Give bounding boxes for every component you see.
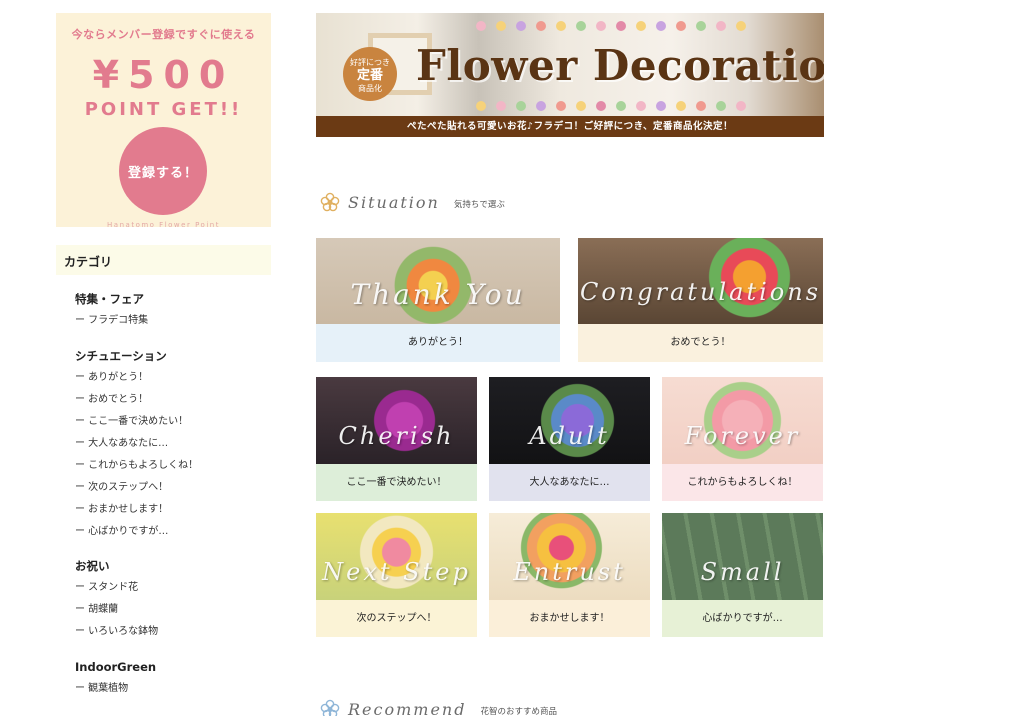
situation-card-forever[interactable]: Forever これからもよろしくね！ — [662, 377, 823, 501]
stamp-small-text: 好評につき — [350, 58, 390, 67]
card-image — [489, 377, 650, 464]
card-label: おめでとう！ — [578, 324, 823, 362]
card-image — [662, 377, 823, 464]
category-link-forever[interactable]: ー これからもよろしくね！ — [75, 455, 265, 477]
category-link-entrust[interactable]: ー おまかせします！ — [75, 499, 265, 521]
recommend-title-en: Recommend — [348, 699, 467, 716]
promo-footer: Hanatomo Flower Point — [107, 221, 220, 229]
card-label: ありがとう！ — [316, 324, 560, 362]
promo-point-get: POINT GET!! — [84, 99, 243, 120]
register-button[interactable]: 登録する！ — [119, 127, 207, 215]
card-english-title: Next Step — [322, 558, 471, 586]
situation-card-entrust[interactable]: Entrust おまかせします！ — [489, 513, 650, 637]
card-label: 次のステップへ！ — [316, 600, 477, 637]
stamp-bottom-text: 商品化 — [358, 84, 382, 93]
situation-card-congratulations[interactable]: Congratulations おめでとう！ — [578, 238, 823, 362]
card-label: ここ一番で決めたい！ — [316, 464, 477, 501]
recommend-heading: Recommend 花智のおすすめ商品 — [320, 697, 557, 716]
category-link-nextstep[interactable]: ー 次のステップへ！ — [75, 477, 265, 499]
flower-decoration-banner[interactable]: 好評につき 定番 商品化 Flower Decoration ぺたぺた貼れる可愛… — [316, 13, 824, 137]
category-link-cherish[interactable]: ー ここ一番で決めたい！ — [75, 411, 265, 433]
card-english-title: Entrust — [513, 558, 626, 586]
standard-item-stamp: 好評につき 定番 商品化 — [343, 47, 397, 101]
flower-icon — [320, 699, 340, 716]
situation-card-small[interactable]: Small 心ばかりですが… — [662, 513, 823, 637]
category-link-potted-plants[interactable]: ー いろいろな鉢物 — [75, 621, 265, 643]
category-link-adult[interactable]: ー 大人なあなたに… — [75, 433, 265, 455]
category-group-feature: 特集・フェア ー フラデコ特集 — [75, 288, 265, 332]
recommend-title-jp: 花智のおすすめ商品 — [480, 707, 557, 716]
category-link-orchid[interactable]: ー 胡蝶蘭 — [75, 599, 265, 621]
card-english-title: Forever — [684, 422, 801, 450]
category-group-title: シチュエーション — [75, 349, 167, 363]
card-image — [316, 377, 477, 464]
card-english-title: Cherish — [338, 422, 455, 450]
banner-image: 好評につき 定番 商品化 Flower Decoration — [316, 13, 824, 116]
card-image — [316, 513, 477, 600]
card-english-title: Congratulations — [579, 278, 822, 306]
category-link-foliage-plants[interactable]: ー 観葉植物 — [75, 678, 265, 700]
shelf-decorations — [476, 21, 806, 33]
flower-icon — [320, 192, 340, 212]
card-image — [489, 513, 650, 600]
category-link-stand-flower[interactable]: ー スタンド花 — [75, 577, 265, 599]
category-group-situation: シチュエーション ー ありがとう！ ー おめでとう！ ー ここ一番で決めたい！ … — [75, 345, 265, 543]
card-english-title: Thank You — [350, 278, 526, 311]
card-english-title: Small — [700, 558, 785, 586]
situation-card-nextstep[interactable]: Next Step 次のステップへ！ — [316, 513, 477, 637]
stamp-big-text: 定番 — [356, 68, 383, 83]
member-promo-banner[interactable]: 今ならメンバー登録ですぐに使える ¥500 POINT GET!! 登録する！ … — [56, 13, 271, 229]
card-label: これからもよろしくね！ — [662, 464, 823, 501]
card-english-title: Adult — [529, 422, 610, 450]
category-link-fladeco[interactable]: ー フラデコ特集 — [75, 310, 265, 332]
card-label: 心ばかりですが… — [662, 600, 823, 637]
banner-caption: ぺたぺた貼れる可愛いお花♪フラデコ！ご好評につき、定番商品化決定！ — [316, 116, 824, 137]
category-group-celebration: お祝い ー スタンド花 ー 胡蝶蘭 ー いろいろな鉢物 — [75, 555, 265, 643]
category-link-thankyou[interactable]: ー ありがとう！ — [75, 367, 265, 389]
situation-heading: Situation 気持ちで選ぶ — [320, 190, 505, 214]
banner-title: Flower Decoration — [416, 41, 824, 90]
card-label: おまかせします！ — [489, 600, 650, 637]
situation-card-cherish[interactable]: Cherish ここ一番で決めたい！ — [316, 377, 477, 501]
category-group-title: お祝い — [75, 559, 110, 573]
situation-title-jp: 気持ちで選ぶ — [453, 200, 505, 210]
category-group-indoorgreen: IndoorGreen ー 観葉植物 — [75, 656, 265, 700]
category-heading: カテゴリ — [56, 245, 271, 275]
card-label: 大人なあなたに… — [489, 464, 650, 501]
promo-lead-text: 今ならメンバー登録ですぐに使える — [71, 28, 256, 41]
situation-title-en: Situation — [348, 192, 440, 212]
category-link-small[interactable]: ー 心ばかりですが… — [75, 521, 265, 543]
card-image — [662, 513, 823, 600]
shelf-decorations — [476, 101, 806, 113]
category-group-title: 特集・フェア — [75, 292, 144, 306]
situation-card-adult[interactable]: Adult 大人なあなたに… — [489, 377, 650, 501]
category-group-title: IndoorGreen — [75, 660, 157, 674]
category-link-congratulations[interactable]: ー おめでとう！ — [75, 389, 265, 411]
situation-card-thankyou[interactable]: Thank You ありがとう！ — [316, 238, 560, 362]
promo-amount: ¥500 — [92, 53, 235, 97]
